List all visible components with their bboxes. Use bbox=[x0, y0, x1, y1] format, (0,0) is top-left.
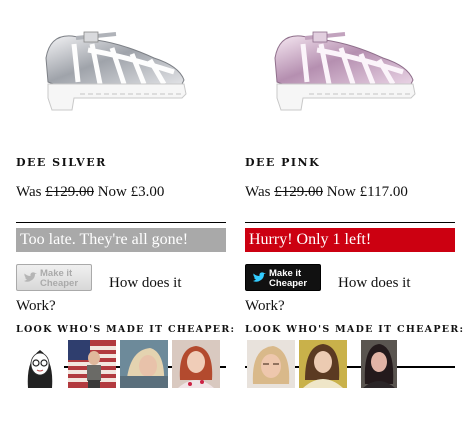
avatar-blonde-girl-2[interactable] bbox=[247, 340, 295, 388]
now-price: £117.00 bbox=[359, 184, 408, 200]
avatar-strip bbox=[245, 340, 457, 388]
old-price: £129.00 bbox=[45, 184, 94, 200]
was-label: Was bbox=[16, 184, 42, 200]
avatar-flag-boy[interactable] bbox=[68, 340, 116, 388]
product-name[interactable]: DEE SILVER bbox=[16, 156, 107, 169]
how-does-it-work-link[interactable]: How does it Work? bbox=[245, 272, 445, 318]
avatar-blonde-girl[interactable] bbox=[120, 340, 168, 388]
look-who-heading: LOOK WHO'S MADE IT CHEAPER: bbox=[16, 324, 236, 335]
product-card-dee-pink: DEE PINK Was £129.00 Now £117.00 Hurry! … bbox=[245, 0, 463, 423]
divider bbox=[16, 222, 226, 223]
now-label: Now bbox=[97, 184, 127, 200]
now-label: Now bbox=[326, 184, 356, 200]
product-card-dee-silver: DEE SILVER Was £129.00 Now £3.00 Too lat… bbox=[16, 0, 234, 423]
divider bbox=[245, 222, 455, 223]
was-label: Was bbox=[245, 184, 271, 200]
avatar-sketch-girl[interactable] bbox=[16, 340, 64, 388]
avatar-dark-hair-girl[interactable] bbox=[355, 340, 403, 388]
price-line: Was £129.00 Now £3.00 bbox=[16, 184, 164, 201]
product-image-pink-sandal[interactable] bbox=[263, 28, 423, 113]
avatar-red-hair-girl[interactable] bbox=[172, 340, 220, 388]
price-line: Was £129.00 Now £117.00 bbox=[245, 184, 408, 201]
product-image-silver-sandal[interactable] bbox=[34, 28, 194, 113]
avatar-brunette-girl[interactable] bbox=[299, 340, 347, 388]
avatar-strip bbox=[16, 340, 228, 388]
now-price: £3.00 bbox=[130, 184, 165, 200]
old-price: £129.00 bbox=[274, 184, 323, 200]
status-banner: Too late. They're all gone! bbox=[16, 228, 226, 252]
how-does-it-work-link[interactable]: How does it Work? bbox=[16, 272, 216, 318]
look-who-heading: LOOK WHO'S MADE IT CHEAPER: bbox=[245, 324, 465, 335]
product-name[interactable]: DEE PINK bbox=[245, 156, 320, 169]
status-banner: Hurry! Only 1 left! bbox=[245, 228, 455, 252]
